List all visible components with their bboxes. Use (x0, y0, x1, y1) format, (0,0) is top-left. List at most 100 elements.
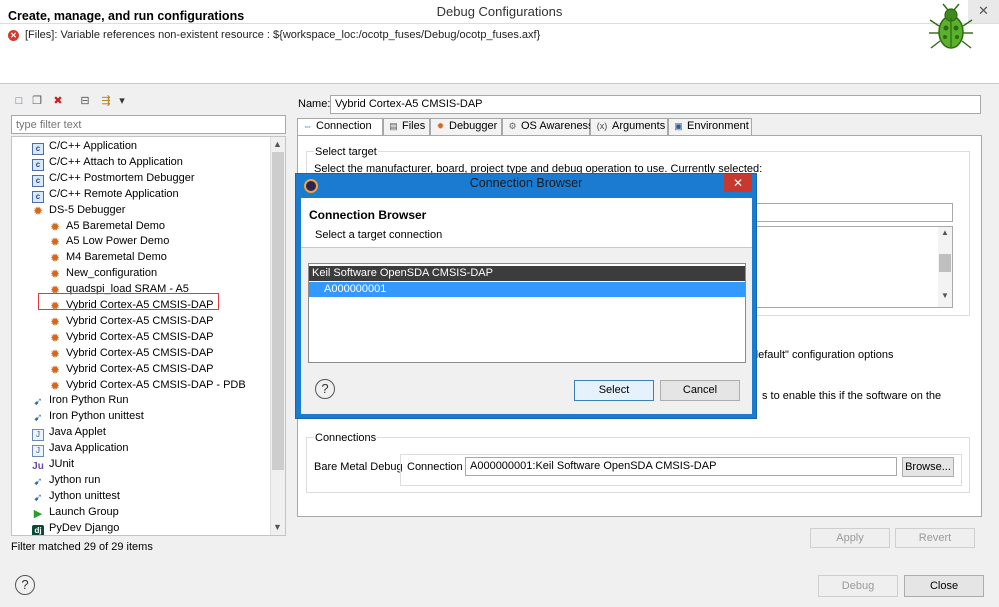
dj-config-icon: dj (32, 524, 44, 535)
target-filter-input[interactable] (742, 203, 953, 222)
tree-item[interactable]: ▶ Launch Group (32, 504, 119, 520)
tree-item[interactable]: ✹ DS-5 Debugger (32, 202, 125, 218)
target-scroll-up-icon[interactable]: ▲ (938, 228, 952, 237)
apply-button[interactable]: Apply (810, 528, 890, 548)
tree-item[interactable]: ➹ Iron Python Run (32, 392, 128, 409)
tree-item[interactable]: c C/C++ Attach to Application (32, 154, 183, 171)
tree-item-label: Iron Python unittest (49, 410, 144, 423)
tree-item-label: M4 Baremetal Demo (66, 251, 167, 264)
filter-icon[interactable]: ⇶ (98, 93, 114, 109)
tree-item-label: DS-5 Debugger (49, 203, 126, 216)
enable-hint-text: s to enable this if the software on the (762, 390, 942, 402)
selection-highlight-box (38, 293, 219, 310)
tree-item[interactable]: ✹ Vybrid Cortex-A5 CMSIS-DAP (49, 329, 214, 345)
name-label: Name: (298, 98, 331, 110)
launch-config-icon: ▶ (33, 507, 43, 520)
duplicate-icon[interactable]: ❐ (29, 93, 45, 109)
tree-item[interactable]: J Java Applet (32, 424, 106, 442)
tree-item[interactable]: ✹ Vybrid Cortex-A5 CMSIS-DAP (49, 313, 214, 329)
tree-item[interactable]: ✹ New_configuration (49, 265, 157, 281)
connection-group-row[interactable]: Keil Software OpenSDA CMSIS-DAP (309, 266, 745, 281)
filter-input[interactable] (11, 115, 286, 134)
tree-item-label: A5 Low Power Demo (66, 235, 170, 248)
scroll-up-icon[interactable]: ▲ (270, 137, 285, 151)
cancel-button[interactable]: Cancel (660, 380, 740, 401)
connection-input[interactable]: A000000001:Keil Software OpenSDA CMSIS-D… (465, 457, 897, 476)
browse-button[interactable]: Browse... (902, 457, 954, 477)
tree-item-label: Vybrid Cortex-A5 CMSIS-DAP - PDB (66, 378, 246, 391)
tree-item[interactable]: ✹ A5 Baremetal Demo (49, 218, 165, 234)
tree-item[interactable]: ➹ Jython run (32, 472, 100, 488)
bare-metal-debug-label: Bare Metal Debug (314, 461, 403, 473)
tree-scroll-thumb[interactable] (272, 152, 284, 470)
tree-item-label: Jython unittest (49, 489, 120, 502)
tree-item-label: Launch Group (49, 505, 119, 518)
tree-item[interactable]: ✹ Vybrid Cortex-A5 CMSIS-DAP (49, 345, 214, 361)
tree-item[interactable]: dj PyDev Django (32, 520, 120, 535)
default-options-text: default" configuration options (752, 349, 894, 361)
ds-config-icon: ✹ (49, 346, 61, 361)
ds-config-icon: ✹ (49, 378, 61, 393)
tree-item-label: New_configuration (66, 267, 158, 280)
py-config-icon: ➹ (33, 475, 43, 488)
connections-label: Connections (314, 432, 378, 444)
close-button[interactable]: Close (904, 575, 984, 597)
ds-config-icon: ✹ (49, 330, 61, 345)
tree-item-label: Vybrid Cortex-A5 CMSIS-DAP (66, 314, 214, 327)
connection-label: Connection (407, 461, 463, 473)
collapse-all-icon[interactable]: ⊟ (77, 93, 93, 109)
connection-icon: ⇔ (303, 121, 312, 131)
help-icon[interactable]: ? (15, 575, 35, 595)
environment-icon: ▣ (674, 121, 683, 131)
ds-config-icon: ✹ (49, 219, 61, 234)
name-input[interactable]: Vybrid Cortex-A5 CMSIS-DAP (330, 95, 981, 114)
tree-item[interactable]: ➹ Iron Python unittest (32, 408, 144, 424)
new-config-icon[interactable]: □ (11, 93, 27, 109)
tab-debugger[interactable]: ✹ Debugger (430, 118, 502, 135)
tree-item[interactable]: ✹ A5 Low Power Demo (49, 233, 169, 249)
target-list-scroll-thumb[interactable] (939, 254, 951, 272)
debug-button[interactable]: Debug (818, 575, 898, 597)
tree-item[interactable]: Ju JUnit (32, 456, 74, 472)
arguments-icon: (x) (596, 121, 608, 131)
delete-icon[interactable]: ✖ (50, 93, 66, 109)
tree-item[interactable]: ➹ Jython unittest (32, 488, 120, 504)
debugger-icon: ✹ (436, 121, 445, 131)
target-list[interactable] (742, 226, 953, 308)
tree-item-label: Vybrid Cortex-A5 CMSIS-DAP (66, 362, 214, 375)
tree-item-label: Vybrid Cortex-A5 CMSIS-DAP (66, 330, 214, 343)
dialog-close-button[interactable]: ✕ (724, 174, 752, 192)
py-config-icon: ➹ (33, 396, 43, 409)
tree-item[interactable]: c C/C++ Postmortem Debugger (32, 170, 195, 187)
tree-item-label: C/C++ Application (49, 140, 138, 152)
tree-item-label: Jython run (49, 473, 101, 486)
tab-os-awareness[interactable]: ⚙ OS Awareness (502, 118, 594, 135)
tree-item[interactable]: ✹ Vybrid Cortex-A5 CMSIS-DAP - PDB (49, 377, 246, 393)
tree-item[interactable]: c C/C++ Remote Application (32, 186, 179, 203)
dialog-title: Connection Browser (469, 176, 583, 190)
scroll-down-icon[interactable]: ▼ (270, 520, 285, 534)
tab-environment[interactable]: ▣ Environment (668, 118, 752, 135)
tree-item-label: Java Application (49, 442, 129, 455)
select-button[interactable]: Select (574, 380, 654, 401)
tree-item-label: C/C++ Attach to Application (49, 155, 183, 168)
tree-item[interactable]: J Java Application (32, 440, 129, 458)
filter-dropdown-icon[interactable]: ▾ (114, 93, 130, 109)
tree-item[interactable]: ✹ Vybrid Cortex-A5 CMSIS-DAP (49, 361, 214, 377)
tab-connection[interactable]: ⇔ Connection (297, 118, 383, 136)
target-scroll-down-icon[interactable]: ▼ (938, 291, 952, 300)
py-config-icon: ➹ (33, 491, 43, 504)
tree-item-label: PyDev Django (49, 521, 120, 534)
tab-files[interactable]: ▤ Files (383, 118, 430, 135)
revert-button[interactable]: Revert (895, 528, 975, 548)
tree-item-label: Java Applet (49, 426, 106, 439)
tree-item[interactable]: ✹ M4 Baremetal Demo (49, 249, 167, 265)
ds-config-icon: ✹ (49, 362, 61, 377)
tree-item[interactable]: c C/C++ Application (32, 138, 138, 155)
tree-item-label: A5 Baremetal Demo (66, 219, 166, 232)
tree-item-label: C/C++ Remote Application (49, 187, 179, 200)
tab-arguments[interactable]: (x) Arguments (590, 118, 668, 135)
connection-item-row[interactable]: A000000001 (309, 282, 745, 297)
dialog-help-icon[interactable]: ? (315, 379, 335, 399)
dialog-subtitle: Select a target connection (315, 229, 443, 241)
